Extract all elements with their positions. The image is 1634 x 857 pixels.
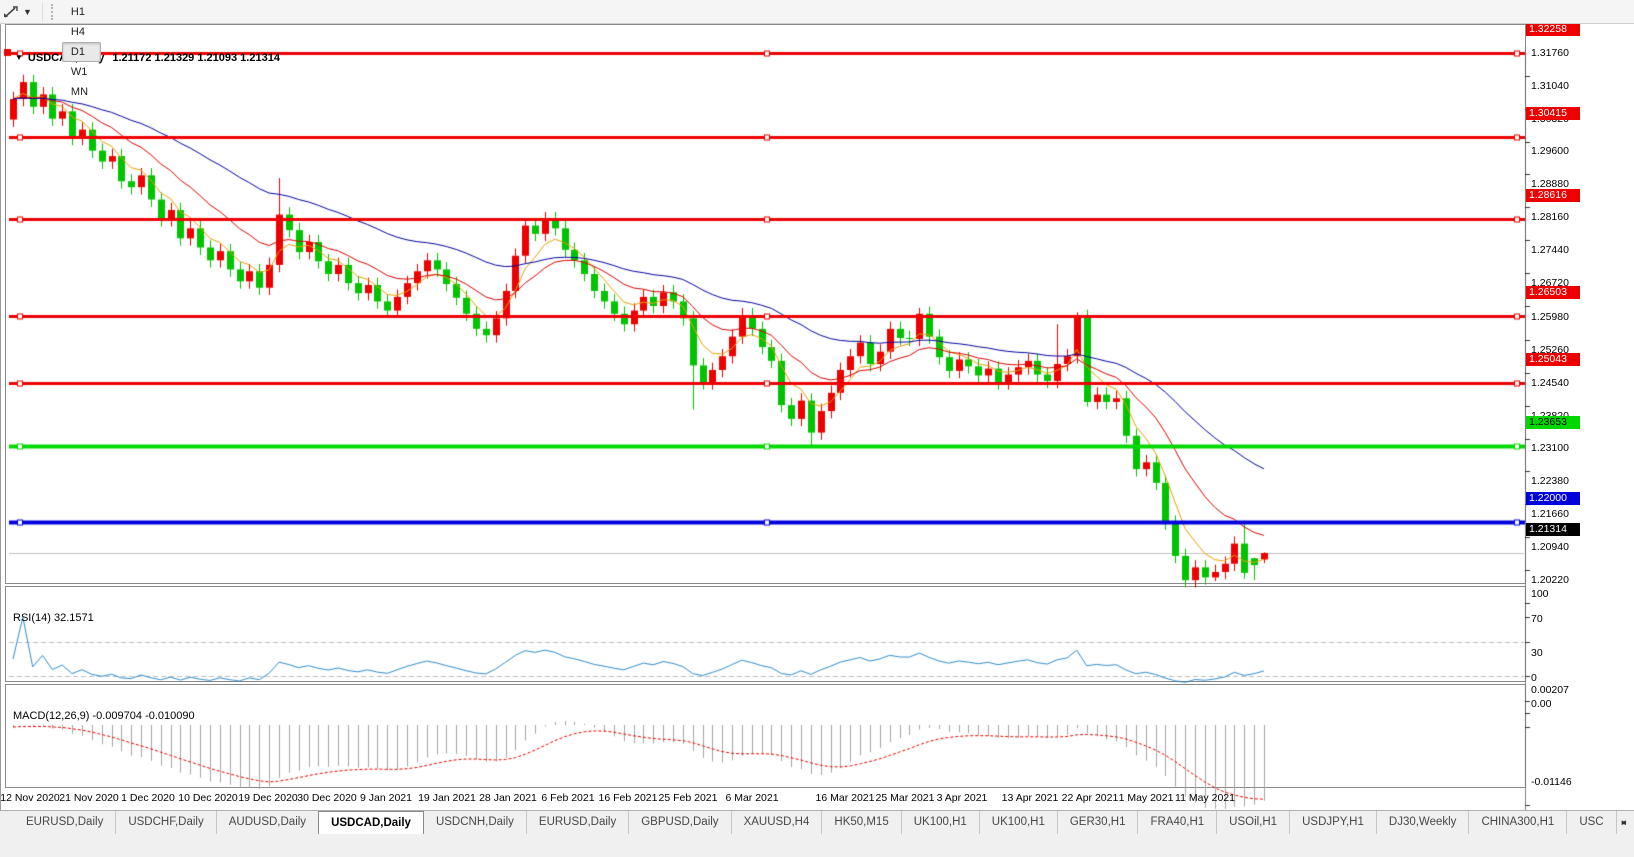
chart-tab-ger30-h1[interactable]: GER30,H1 — [1058, 811, 1139, 834]
toolbar-drag-grip[interactable] — [50, 3, 53, 20]
chart-tab-gbpusd-daily[interactable]: GBPUSD,Daily — [629, 811, 732, 834]
chart-shift-icon[interactable] — [1, 3, 21, 21]
rsi-indicator-label: RSI(14) 32.1571 — [13, 612, 94, 624]
chart-tab-usdchf-daily[interactable]: USDCHF,Daily — [116, 811, 217, 834]
main-chart-pane[interactable] — [5, 24, 1526, 584]
chart-tab-usoil-h1[interactable]: USOil,H1 — [1217, 811, 1291, 834]
tab-scroll-right-icon[interactable]: ► — [1617, 811, 1631, 827]
timeframe-button-w1[interactable]: W1 — [62, 62, 101, 82]
chart-tab-uk100-h1[interactable]: UK100,H1 — [980, 811, 1058, 834]
timeframe-button-h4[interactable]: H4 — [62, 22, 101, 42]
timeframe-button-h1[interactable]: H1 — [62, 2, 101, 22]
chart-tab-usdcad-daily[interactable]: USDCAD,Daily — [318, 811, 424, 834]
timeframe-button-d1[interactable]: D1 — [61, 41, 102, 62]
chart-tab-dj30-weekly[interactable]: DJ30,Weekly — [1377, 811, 1470, 834]
chart-tab-eurusd-daily[interactable]: EURUSD,Daily — [14, 811, 117, 834]
chart-tab-xauusd-h4[interactable]: XAUUSD,H4 — [732, 811, 823, 834]
rsi-pane[interactable] — [5, 586, 1526, 682]
timeframe-buttons: M1M5M15M30H1H4D1W1MN — [61, 0, 102, 102]
chart-tab-usdjpy-h1[interactable]: USDJPY,H1 — [1290, 811, 1377, 834]
macd-indicator-label: MACD(12,26,9) -0.009704 -0.010090 — [13, 710, 195, 722]
chart-tab-uk100-h1[interactable]: UK100,H1 — [902, 811, 980, 834]
collapse-triangle-icon[interactable]: ▼ — [15, 53, 23, 62]
chart-tab-china300-h1[interactable]: CHINA300,H1 — [1469, 811, 1568, 834]
macd-pane[interactable] — [5, 684, 1526, 788]
toolbar-dropdown-caret-icon[interactable]: ▼ — [21, 7, 38, 17]
chart-tab-audusd-daily[interactable]: AUDUSD,Daily — [217, 811, 320, 834]
toolbar: ▼ M1M5M15M30H1H4D1W1MN — [0, 0, 1634, 98]
chart-title: ▼USDCAD,Daily1.21172 1.21329 1.21093 1.2… — [15, 52, 280, 64]
chart-window: ▼ USDCAD,Daily 1.21172 1.21329 1.21093 1.2… — [0, 23, 1634, 857]
chart-tab-fra40-h1[interactable]: FRA40,H1 — [1138, 811, 1218, 834]
chart-ohlc-values: 1.21172 1.21329 1.21093 1.21314 — [112, 52, 280, 64]
chart-tab-usc[interactable]: USC — [1567, 811, 1617, 834]
chart-tab-hk50-m15[interactable]: HK50,M15 — [822, 811, 902, 834]
chart-tab-usdcnh-daily[interactable]: USDCNH,Daily — [424, 811, 527, 834]
toolbar-separator — [41, 2, 43, 21]
chart-tab-bar: EURUSD,Daily USDCHF,Daily AUDUSD,Daily USDC… — [0, 810, 1634, 834]
timeframe-button-mn[interactable]: MN — [62, 82, 101, 102]
chart-tab-eurusd-daily[interactable]: EURUSD,Daily — [527, 811, 630, 834]
